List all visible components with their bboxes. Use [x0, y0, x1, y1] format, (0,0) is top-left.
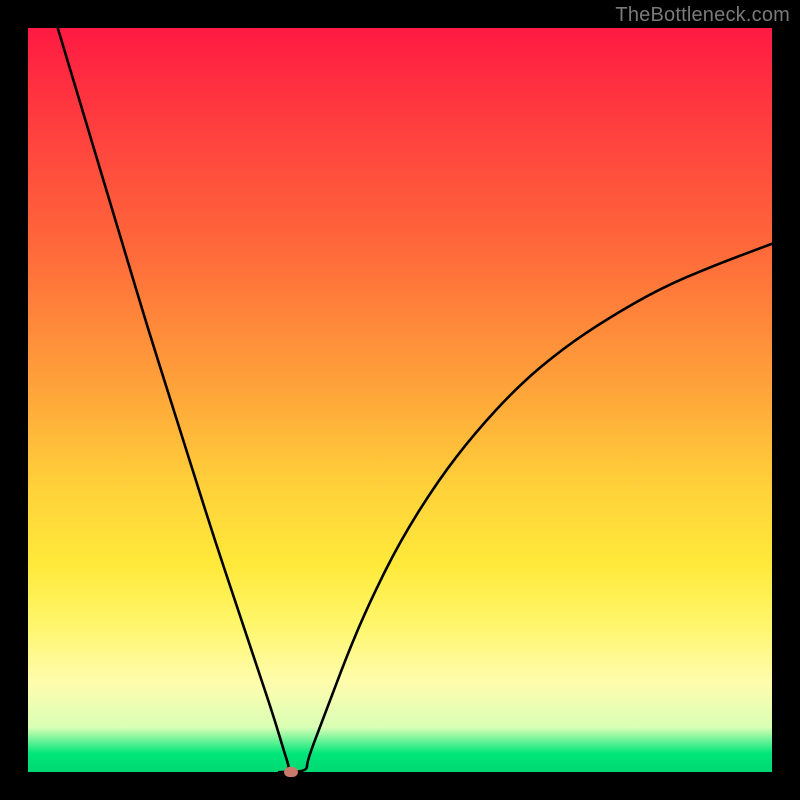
plot-area	[28, 28, 772, 772]
curve-path	[58, 28, 772, 772]
optimal-marker	[284, 767, 298, 777]
watermark-text: TheBottleneck.com	[615, 4, 790, 27]
chart-frame: TheBottleneck.com	[0, 0, 800, 800]
bottleneck-curve	[28, 28, 772, 772]
